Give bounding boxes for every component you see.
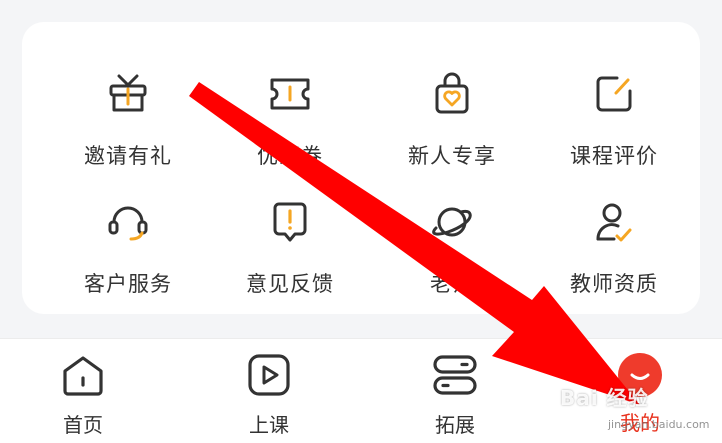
grid-item-teacher[interactable]: 老师 [382, 198, 522, 318]
grid-item-newcomer[interactable]: 新人专享 [382, 70, 522, 190]
grid-item-label: 新人专享 [408, 144, 496, 168]
headset-icon [108, 206, 148, 241]
tab-class[interactable]: 上课 [209, 339, 329, 443]
services-card: 邀请有礼 优惠券 新人专享 课程评价 客户服务 意见反馈 老师 教师资质 [22, 22, 700, 314]
play-icon [248, 354, 290, 396]
grid-item-course-review[interactable]: 课程评价 [544, 70, 684, 190]
feedback-icon [273, 202, 307, 242]
grid-item-label: 意见反馈 [246, 272, 334, 296]
grid-item-label: 教师资质 [570, 272, 658, 296]
grid-item-label: 老师 [430, 272, 474, 296]
gift-icon [109, 74, 147, 112]
coupon-icon [270, 78, 310, 110]
tab-label: 首页 [63, 413, 103, 437]
grid-item-label: 课程评价 [570, 144, 658, 168]
grid-item-customer-service[interactable]: 客户服务 [58, 198, 198, 318]
watermark: Bai 经验 jingyan.baidu.com [560, 378, 720, 442]
grid-item-feedback[interactable]: 意见反馈 [220, 198, 360, 318]
watermark-text: Bai 经验 [560, 386, 649, 410]
grid-item-teacher-qualification[interactable]: 教师资质 [544, 198, 684, 318]
grid-item-invite[interactable]: 邀请有礼 [58, 70, 198, 190]
tab-home[interactable]: 首页 [23, 339, 143, 443]
tab-label: 上课 [249, 413, 289, 437]
grid-item-coupon[interactable]: 优惠券 [220, 70, 360, 190]
teacher-check-icon [596, 203, 632, 242]
home-icon [63, 356, 103, 396]
grid-item-label: 客户服务 [84, 272, 172, 296]
watermark-url: jingyan.baidu.com [608, 418, 710, 431]
tab-expand[interactable]: 拓展 [395, 339, 515, 443]
grid-item-label: 邀请有礼 [84, 144, 172, 168]
tab-label: 拓展 [435, 413, 475, 437]
planet-icon [432, 207, 472, 237]
shopping-bag-heart-icon [435, 72, 469, 114]
grid-item-label: 优惠券 [257, 144, 323, 168]
expand-icon [433, 355, 477, 395]
edit-square-icon [596, 76, 632, 112]
